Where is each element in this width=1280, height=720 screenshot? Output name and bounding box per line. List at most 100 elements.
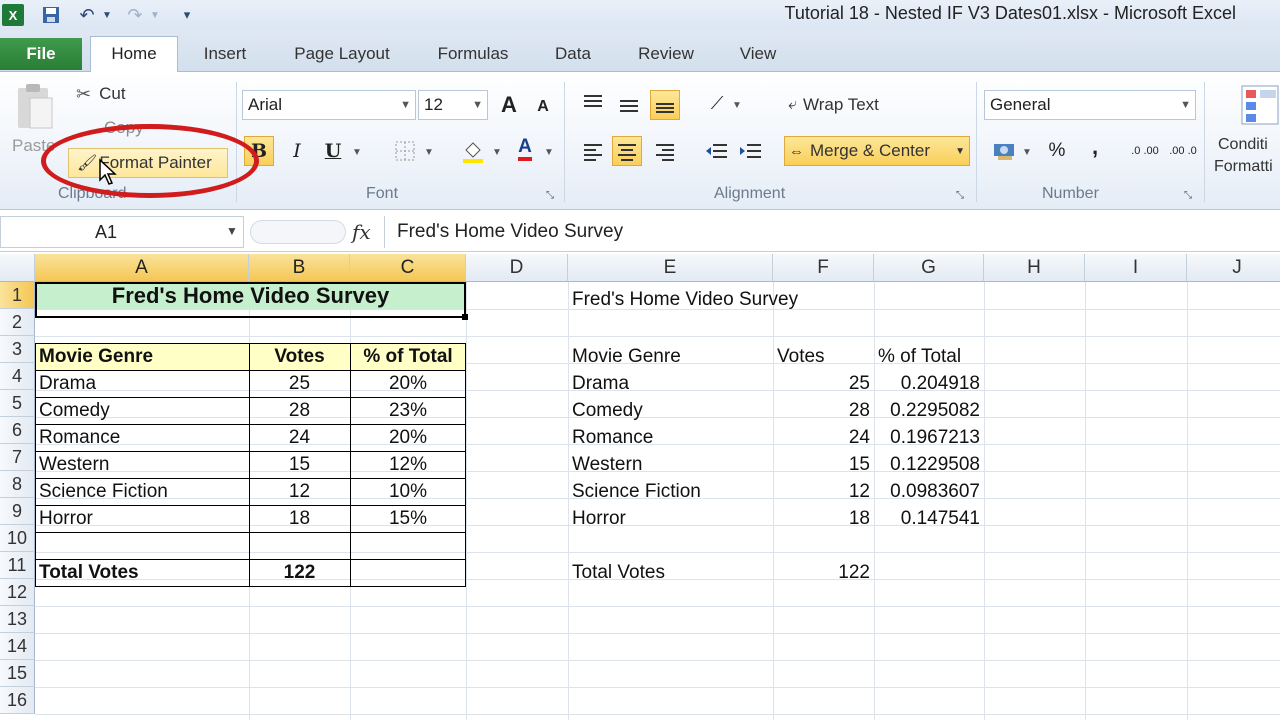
left-votes-cell[interactable]: 12	[249, 478, 350, 505]
decrease-decimal-button[interactable]: .00 .0	[1166, 136, 1200, 166]
column-header[interactable]: A	[35, 254, 249, 282]
left-genre-cell[interactable]: Drama	[35, 370, 249, 397]
underline-dropdown-icon[interactable]: ▼	[352, 147, 362, 158]
row-header[interactable]: 6	[0, 417, 35, 444]
underline-button[interactable]: U	[318, 136, 348, 166]
font-size-combo[interactable]: 12 ▼	[418, 90, 488, 120]
column-header[interactable]: J	[1187, 254, 1280, 282]
left-genre-cell[interactable]: Western	[35, 451, 249, 478]
left-total-value[interactable]: 122	[249, 559, 350, 586]
tab-review[interactable]: Review	[636, 42, 696, 72]
right-total-label[interactable]: Total Votes	[568, 559, 773, 586]
column-header[interactable]: B	[249, 254, 350, 282]
left-header-genre[interactable]: Movie Genre	[35, 343, 249, 370]
left-votes-cell[interactable]: 15	[249, 451, 350, 478]
left-header-percent[interactable]: % of Total	[350, 343, 466, 370]
customize-qat-icon[interactable]: ▾	[176, 4, 198, 26]
column-header[interactable]: D	[466, 254, 568, 282]
left-votes-cell[interactable]: 18	[249, 505, 350, 532]
row-header[interactable]: 1	[0, 282, 35, 309]
tab-insert[interactable]: Insert	[200, 42, 250, 72]
dialog-launcher-icon[interactable]: ⤡	[546, 190, 554, 201]
left-percent-cell[interactable]: 10%	[350, 478, 466, 505]
right-votes-cell[interactable]: 24	[773, 424, 874, 451]
row-header[interactable]: 9	[0, 498, 35, 525]
row-header[interactable]: 2	[0, 309, 35, 336]
left-votes-cell[interactable]: 28	[249, 397, 350, 424]
left-header-votes[interactable]: Votes	[249, 343, 350, 370]
fill-color-dropdown-icon[interactable]: ▼	[492, 147, 502, 158]
tab-page-layout[interactable]: Page Layout	[290, 42, 394, 72]
right-genre-cell[interactable]: Horror	[568, 505, 773, 532]
tab-home[interactable]: Home	[90, 36, 178, 73]
row-header[interactable]: 11	[0, 552, 35, 579]
excel-app-icon[interactable]: X	[2, 4, 24, 26]
decrease-indent-icon[interactable]	[702, 136, 732, 166]
conditional-formatting-label-2[interactable]: Formatti	[1214, 158, 1273, 176]
align-bottom-icon[interactable]	[650, 90, 680, 120]
name-box[interactable]: A1	[0, 216, 244, 248]
font-name-combo[interactable]: Arial ▼	[242, 90, 416, 120]
column-header[interactable]: H	[984, 254, 1085, 282]
tab-formulas[interactable]: Formulas	[434, 42, 512, 72]
number-format-combo[interactable]: General ▼	[984, 90, 1196, 120]
left-genre-cell[interactable]: Comedy	[35, 397, 249, 424]
undo-dropdown-icon[interactable]: ▼	[100, 4, 114, 26]
merge-center-button[interactable]: ⇔ Merge & Center ▼	[784, 136, 970, 166]
percent-style-button[interactable]: %	[1042, 136, 1072, 166]
left-genre-cell[interactable]: Science Fiction	[35, 478, 249, 505]
italic-button[interactable]: I	[282, 136, 312, 166]
cut-button[interactable]: ✂ Cut	[76, 82, 126, 106]
right-percent-cell[interactable]: 0.1967213	[874, 424, 984, 451]
column-header[interactable]: E	[568, 254, 773, 282]
accounting-dropdown-icon[interactable]: ▼	[1022, 147, 1032, 158]
row-header[interactable]: 8	[0, 471, 35, 498]
left-table-title[interactable]: Fred's Home Video Survey	[35, 282, 466, 309]
right-percent-cell[interactable]: 0.204918	[874, 370, 984, 397]
right-percent-cell[interactable]: 0.147541	[874, 505, 984, 532]
right-genre-cell[interactable]: Drama	[568, 370, 773, 397]
redo-dropdown-icon[interactable]: ▼	[148, 4, 162, 26]
increase-indent-icon[interactable]	[736, 136, 766, 166]
tab-file[interactable]: File	[0, 38, 82, 70]
right-percent-cell[interactable]: 0.1229508	[874, 451, 984, 478]
fill-handle[interactable]	[462, 314, 468, 320]
left-votes-cell[interactable]: 24	[249, 424, 350, 451]
left-genre-cell[interactable]: Romance	[35, 424, 249, 451]
right-votes-cell[interactable]: 28	[773, 397, 874, 424]
orientation-dropdown-icon[interactable]: ▼	[732, 100, 742, 111]
left-total-label[interactable]: Total Votes	[35, 559, 249, 586]
dialog-launcher-icon[interactable]: ⤡	[1184, 190, 1192, 201]
undo-icon[interactable]: ↶	[74, 4, 100, 26]
right-genre-cell[interactable]: Comedy	[568, 397, 773, 424]
dialog-launcher-icon[interactable]: ⤡	[956, 190, 964, 201]
right-percent-cell[interactable]: 0.2295082	[874, 397, 984, 424]
font-color-button[interactable]: A	[510, 134, 540, 164]
orientation-icon[interactable]: ⟋	[702, 88, 732, 118]
right-genre-cell[interactable]: Western	[568, 451, 773, 478]
conditional-formatting-icon[interactable]	[1240, 82, 1280, 132]
left-percent-cell[interactable]: 20%	[350, 424, 466, 451]
row-header[interactable]: 12	[0, 579, 35, 606]
column-header[interactable]: G	[874, 254, 984, 282]
font-color-dropdown-icon[interactable]: ▼	[544, 147, 554, 158]
formula-input[interactable]: Fred's Home Video Survey	[384, 216, 1280, 248]
right-votes-cell[interactable]: 12	[773, 478, 874, 505]
row-header[interactable]: 10	[0, 525, 35, 552]
row-header[interactable]: 14	[0, 633, 35, 660]
paste-button[interactable]: Paste	[12, 136, 55, 156]
left-votes-cell[interactable]: 25	[249, 370, 350, 397]
right-header-genre[interactable]: Movie Genre	[568, 343, 773, 370]
redo-icon[interactable]: ↷	[122, 4, 148, 26]
increase-decimal-button[interactable]: .0 .00	[1128, 136, 1162, 166]
grow-font-icon[interactable]: A	[494, 90, 524, 120]
right-votes-cell[interactable]: 25	[773, 370, 874, 397]
borders-icon[interactable]	[390, 136, 420, 166]
left-percent-cell[interactable]: 20%	[350, 370, 466, 397]
row-header[interactable]: 3	[0, 336, 35, 363]
paste-icon[interactable]	[12, 80, 56, 136]
right-votes-cell[interactable]: 15	[773, 451, 874, 478]
save-icon[interactable]	[38, 4, 64, 26]
row-header[interactable]: 16	[0, 687, 35, 714]
column-header[interactable]: I	[1085, 254, 1187, 282]
